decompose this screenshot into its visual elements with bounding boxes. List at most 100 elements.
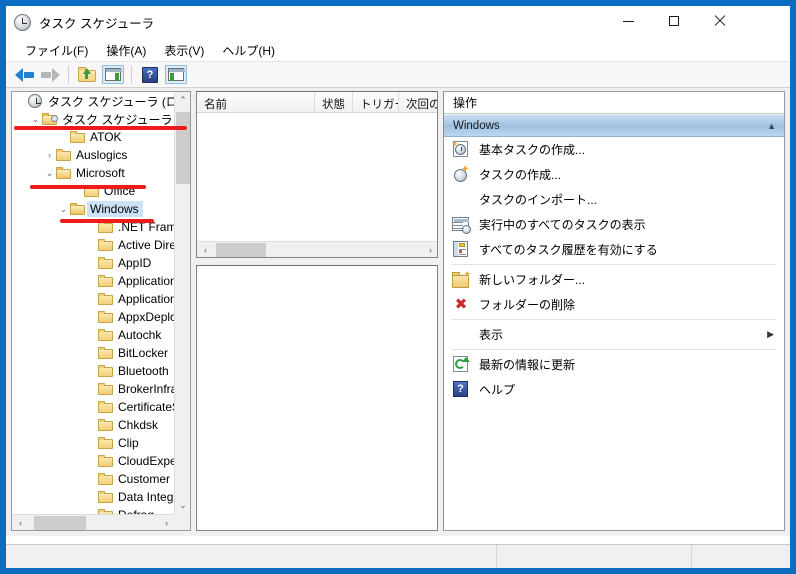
menu-help[interactable]: ヘルプ(H) bbox=[213, 40, 284, 61]
action-item-label: 最新の情報に更新 bbox=[479, 358, 576, 372]
tree-item[interactable]: Active Direc bbox=[12, 236, 175, 254]
folder-icon bbox=[98, 311, 113, 323]
action-create-task[interactable]: ✦ タスクの作成... bbox=[444, 162, 784, 187]
show-action-pane-button[interactable] bbox=[164, 64, 188, 86]
action-item-label: フォルダーの削除 bbox=[479, 298, 576, 312]
tree-item[interactable]: ATOK bbox=[12, 128, 175, 146]
folder-icon bbox=[98, 419, 113, 431]
folder-icon bbox=[98, 239, 113, 251]
console-tree-pane: タスク スケジューラ (ローカル) ⌄ タスク スケジューラ ライブラ ATOK › Au… bbox=[11, 91, 191, 531]
up-folder-button[interactable] bbox=[75, 64, 99, 86]
tree-item[interactable]: CloudExper bbox=[12, 452, 175, 470]
tree-item-label: Customer E bbox=[118, 472, 175, 486]
toolbar-separator-2 bbox=[131, 65, 132, 84]
tree-item[interactable]: Application bbox=[12, 290, 175, 308]
status-pane-1 bbox=[6, 545, 497, 568]
tree-item[interactable]: › Auslogics bbox=[12, 146, 175, 164]
tree-item[interactable]: Defrag bbox=[12, 506, 175, 514]
show-console-tree-button[interactable] bbox=[101, 64, 125, 86]
maximize-icon bbox=[669, 16, 679, 26]
tree-item[interactable]: BitLocker bbox=[12, 344, 175, 362]
folder-icon bbox=[98, 401, 113, 413]
library-folder-icon bbox=[42, 113, 58, 125]
tree-vertical-scroll-thumb[interactable] bbox=[176, 112, 190, 184]
action-new-folder[interactable]: ✦ 新しいフォルダー... bbox=[444, 267, 784, 292]
back-button[interactable] bbox=[12, 64, 36, 86]
tree-scroll-down-button[interactable]: ⌄ bbox=[175, 497, 190, 514]
minimize-icon bbox=[622, 20, 634, 22]
task-list-panel: 名前状態トリガー次回の実 ‹ › bbox=[196, 91, 438, 258]
column-header[interactable]: トリガー bbox=[353, 92, 399, 112]
console-tree[interactable]: タスク スケジューラ (ローカル) ⌄ タスク スケジューラ ライブラ ATOK › Au… bbox=[12, 92, 175, 514]
minimize-button[interactable] bbox=[605, 6, 651, 36]
tree-item-label: Auslogics bbox=[76, 148, 128, 162]
tree-scroll-left-button[interactable]: ‹ bbox=[12, 515, 29, 530]
list-horizontal-scroll-thumb[interactable] bbox=[216, 243, 266, 257]
forward-button[interactable] bbox=[38, 64, 62, 86]
back-arrow-icon bbox=[14, 67, 34, 82]
help-icon: ? bbox=[142, 66, 158, 83]
actions-group-header[interactable]: Windows ▲ bbox=[444, 114, 784, 137]
action-import-task[interactable]: タスクのインポート... bbox=[444, 187, 784, 212]
chevron-right-icon[interactable]: › bbox=[43, 146, 56, 164]
tree-item[interactable]: タスク スケジューラ (ローカル) bbox=[12, 92, 175, 110]
tree-scroll-up-button[interactable]: ⌃ bbox=[175, 92, 190, 109]
folder-icon bbox=[70, 203, 85, 215]
folder-icon bbox=[56, 167, 71, 179]
tree-item[interactable]: AppxDeplo bbox=[12, 308, 175, 326]
new-folder-icon: ✦ bbox=[452, 270, 471, 288]
chevron-up-icon[interactable]: ▲ bbox=[767, 121, 776, 131]
close-button[interactable] bbox=[697, 6, 743, 36]
action-enable-all-task-history[interactable]: すべてのタスク履歴を有効にする bbox=[444, 237, 784, 262]
tree-item[interactable]: BrokerInfra bbox=[12, 380, 175, 398]
tree-item-label: Application bbox=[118, 292, 175, 306]
folder-icon bbox=[98, 347, 113, 359]
action-help[interactable]: ? ヘルプ bbox=[444, 377, 784, 402]
tree-item[interactable]: ⌄ Microsoft bbox=[12, 164, 175, 182]
menu-view[interactable]: 表示(V) bbox=[155, 40, 213, 61]
tree-item[interactable]: Data Integri bbox=[12, 488, 175, 506]
up-folder-icon bbox=[78, 67, 96, 82]
action-view[interactable]: 表示 ▶ bbox=[444, 322, 784, 347]
tree-item-label: AppxDeplo bbox=[118, 310, 175, 324]
tree-item-label: Clip bbox=[118, 436, 139, 450]
tree-item[interactable]: Customer E bbox=[12, 470, 175, 488]
tree-horizontal-scroll-thumb[interactable] bbox=[34, 516, 86, 530]
menu-file[interactable]: ファイル(F) bbox=[16, 40, 97, 61]
action-item-label: 表示 bbox=[479, 328, 504, 342]
chevron-right-icon[interactable]: ▶ bbox=[767, 329, 774, 340]
column-header[interactable]: 次回の実 bbox=[399, 92, 437, 112]
delete-folder-icon: ✖ bbox=[454, 296, 468, 313]
tree-item[interactable]: Application bbox=[12, 272, 175, 290]
action-create-basic-task[interactable]: ✦ 基本タスクの作成... bbox=[444, 137, 784, 162]
tree-horizontal-scrollbar[interactable]: ‹ › bbox=[12, 514, 175, 530]
menu-action[interactable]: 操作(A) bbox=[97, 40, 155, 61]
task-detail-panel bbox=[196, 265, 438, 531]
maximize-button[interactable] bbox=[651, 6, 697, 36]
tree-vertical-scrollbar[interactable]: ⌃ ⌄ bbox=[174, 92, 190, 514]
chevron-down-icon[interactable]: ⌄ bbox=[57, 200, 70, 218]
action-display-running-tasks[interactable]: 実行中のすべてのタスクの表示 bbox=[444, 212, 784, 237]
tree-item-label: Autochk bbox=[118, 328, 162, 342]
tree-item[interactable]: Clip bbox=[12, 434, 175, 452]
tree-scroll-right-button[interactable]: › bbox=[158, 515, 175, 530]
tree-item[interactable]: Bluetooth bbox=[12, 362, 175, 380]
action-refresh[interactable]: 最新の情報に更新 bbox=[444, 352, 784, 377]
annotation-underline-task-scheduler-library bbox=[14, 126, 187, 130]
column-header[interactable]: 状態 bbox=[315, 92, 353, 112]
action-delete-folder[interactable]: ✖ フォルダーの削除 bbox=[444, 292, 784, 317]
tree-item[interactable]: ⌄ Windows bbox=[12, 200, 175, 218]
toolbar: ? bbox=[6, 62, 790, 88]
task-list-horizontal-scrollbar[interactable]: ‹ › bbox=[197, 241, 437, 257]
tree-item[interactable]: AppID bbox=[12, 254, 175, 272]
tree-item[interactable]: CertificateS bbox=[12, 398, 175, 416]
tree-item[interactable]: Autochk bbox=[12, 326, 175, 344]
tree-item[interactable]: Chkdsk bbox=[12, 416, 175, 434]
list-scroll-right-button[interactable]: › bbox=[422, 242, 437, 257]
column-header[interactable]: 名前 bbox=[197, 92, 315, 112]
tree-scrollbar-corner bbox=[174, 514, 190, 530]
folder-icon bbox=[98, 257, 113, 269]
chevron-down-icon[interactable]: ⌄ bbox=[43, 164, 56, 182]
list-scroll-left-button[interactable]: ‹ bbox=[197, 242, 214, 257]
help-button[interactable]: ? bbox=[138, 64, 162, 86]
